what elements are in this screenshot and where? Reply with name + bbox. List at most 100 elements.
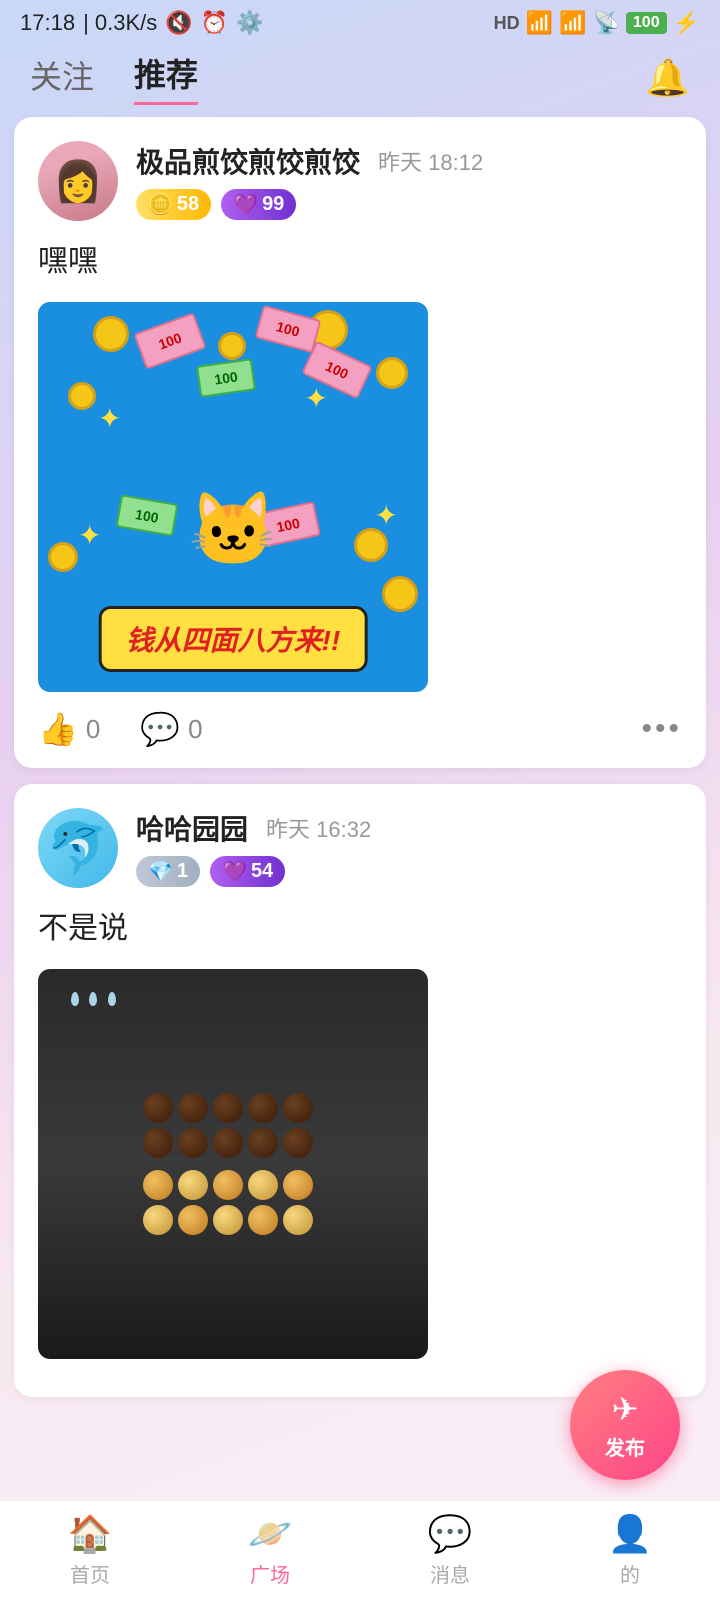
- bead: [213, 1205, 243, 1235]
- tab-follow[interactable]: 关注: [30, 52, 94, 104]
- badge-silver-value: 1: [177, 860, 188, 883]
- bead: [143, 1093, 173, 1123]
- charge-icon: ⚡: [673, 10, 700, 36]
- coin-decoration: [382, 576, 418, 612]
- bead: [178, 1128, 208, 1158]
- bead: [178, 1093, 208, 1123]
- network-speed: | 0.3K/s: [83, 10, 157, 36]
- star-decoration: ✦: [98, 402, 121, 435]
- nav-square[interactable]: 🪐 广场: [248, 1513, 293, 1588]
- status-right: HD 📶 📶 📡 100 ⚡: [494, 10, 700, 36]
- meme-text: 钱从四面八方来!!: [126, 625, 341, 656]
- badge-purple-value-2: 54: [251, 860, 273, 883]
- nav-message[interactable]: 💬 消息: [428, 1513, 473, 1588]
- star-decoration: ✦: [305, 382, 328, 415]
- like-button[interactable]: 👍 0: [38, 710, 100, 748]
- publish-icon: ✈: [612, 1390, 639, 1428]
- bead: [178, 1170, 208, 1200]
- like-count: 0: [86, 714, 100, 745]
- username-2[interactable]: 哈哈园园: [136, 808, 248, 848]
- nav-home[interactable]: 🏠 首页: [68, 1513, 113, 1588]
- bead: [283, 1170, 313, 1200]
- avatar-image: 👩: [38, 141, 118, 221]
- heart-icon-2: 💜: [222, 859, 247, 884]
- bead: [143, 1128, 173, 1158]
- battery-indicator: 100: [626, 12, 667, 34]
- avatar[interactable]: 👩: [38, 141, 118, 221]
- bead: [248, 1093, 278, 1123]
- home-icon: 🏠: [68, 1513, 113, 1555]
- more-button[interactable]: •••: [641, 712, 682, 746]
- tab-recommend[interactable]: 推荐: [134, 50, 198, 105]
- message-label: 消息: [430, 1559, 470, 1588]
- star-decoration: ✦: [78, 519, 101, 552]
- bead: [248, 1128, 278, 1158]
- post-actions: 👍 0 💬 0 •••: [38, 710, 682, 748]
- comment-count: 0: [188, 714, 202, 745]
- wifi-icon: 📡: [592, 10, 619, 36]
- publish-fab[interactable]: ✈ 发布: [570, 1370, 680, 1480]
- post-image[interactable]: 100 100 100 100 100 100 ✦ ✦ ✦ ✦ 🐱 钱从四面八方…: [38, 302, 428, 692]
- mute-icon: 🔇: [165, 10, 192, 36]
- signal-icon: 📶: [526, 10, 553, 36]
- cat-character: 🐱: [188, 487, 278, 572]
- alarm-icon: ⏰: [201, 10, 228, 36]
- bead: [178, 1205, 208, 1235]
- dark-bracelet: [143, 1093, 323, 1158]
- time-display: 17:18: [20, 10, 75, 36]
- post-text-2: 不是说: [38, 906, 682, 951]
- feed-container: 👩 极品煎饺煎饺煎饺 昨天 18:12 🪙 58 💜 99: [0, 117, 720, 1397]
- mine-label: 的: [620, 1559, 640, 1588]
- hd-badge: HD: [494, 13, 520, 34]
- comment-button[interactable]: 💬 0: [140, 710, 202, 748]
- coin-decoration: [68, 382, 96, 410]
- status-bar: 17:18 | 0.3K/s 🔇 ⏰ ⚙️ HD 📶 📶 📡 100 ⚡: [0, 0, 720, 42]
- signal-icon-2: 📶: [559, 10, 586, 36]
- badge-purple-2: 💜 54: [210, 856, 285, 887]
- bead: [143, 1170, 173, 1200]
- coin-decoration: [354, 528, 388, 562]
- post-time-2: 昨天 16:32: [266, 812, 371, 844]
- meme-text-box: 钱从四面八方来!!: [99, 606, 368, 672]
- badges-row: 🪙 58 💜 99: [136, 189, 682, 220]
- post-time: 昨天 18:12: [378, 145, 483, 177]
- bead: [283, 1093, 313, 1123]
- publish-label: 发布: [605, 1432, 645, 1461]
- notification-bell[interactable]: 🔔: [645, 57, 690, 99]
- post-meta: 极品煎饺煎饺煎饺 昨天 18:12 🪙 58 💜 99: [136, 141, 682, 220]
- nav-mine[interactable]: 👤 的: [608, 1513, 653, 1588]
- note-decoration: 100: [255, 305, 322, 353]
- note-decoration: 100: [133, 312, 206, 370]
- settings-icon: ⚙️: [236, 10, 263, 36]
- amber-bracelet: [143, 1170, 323, 1235]
- square-label: 广场: [250, 1559, 290, 1588]
- dolphin-avatar-image: 🐬: [38, 808, 118, 888]
- like-icon: 👍: [38, 710, 78, 748]
- avatar-2[interactable]: 🐬: [38, 808, 118, 888]
- bracelet-container: [38, 969, 428, 1359]
- diamond-icon: 💎: [148, 859, 173, 884]
- username[interactable]: 极品煎饺煎饺煎饺: [136, 141, 360, 181]
- bead: [213, 1170, 243, 1200]
- star-decoration: ✦: [375, 499, 398, 532]
- bead: [143, 1205, 173, 1235]
- post-card: 👩 极品煎饺煎饺煎饺 昨天 18:12 🪙 58 💜 99: [14, 117, 706, 768]
- drop: [89, 992, 97, 1006]
- gold-coin-icon: 🪙: [148, 192, 173, 217]
- coin-decoration: [218, 332, 246, 360]
- badge-purple: 💜 99: [221, 189, 296, 220]
- post-header-2: 🐬 哈哈园园 昨天 16:32 💎 1 💜 54: [38, 808, 682, 888]
- post-header: 👩 极品煎饺煎饺煎饺 昨天 18:12 🪙 58 💜 99: [38, 141, 682, 221]
- post-image-2[interactable]: [38, 969, 428, 1359]
- coin-decoration: [376, 357, 408, 389]
- drop: [71, 992, 79, 1006]
- coin-decoration: [93, 316, 129, 352]
- nav-tabs: 关注 推荐 🔔: [0, 42, 720, 117]
- badge-purple-value: 99: [262, 193, 284, 216]
- badge-gold: 🪙 58: [136, 189, 211, 220]
- bracelets-display: [38, 1063, 428, 1265]
- bead: [283, 1128, 313, 1158]
- drop: [108, 992, 116, 1006]
- note-green-decoration: 100: [196, 358, 256, 397]
- bead: [248, 1170, 278, 1200]
